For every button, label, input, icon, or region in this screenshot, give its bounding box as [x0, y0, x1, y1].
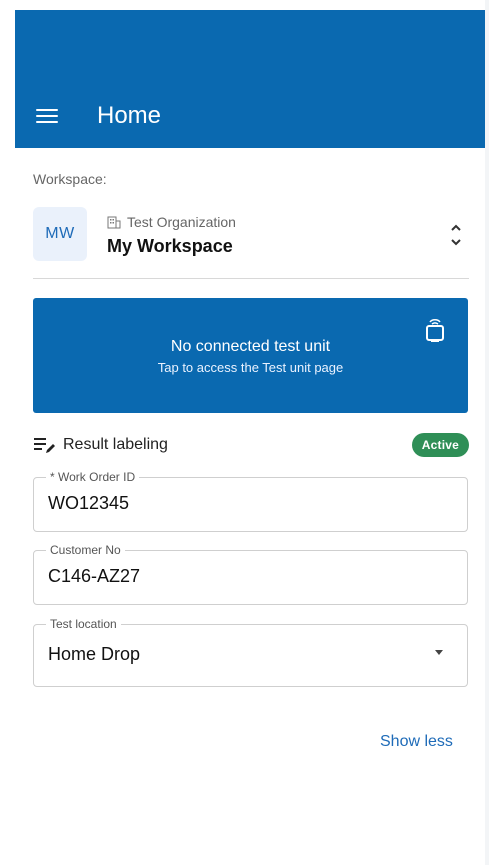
top-app-bar [15, 10, 487, 148]
status-badge: Active [411, 433, 469, 457]
test-location-select[interactable]: Test location Home Drop [33, 617, 468, 687]
organization-name: Test Organization [127, 214, 236, 230]
test-unit-subtitle: Tap to access the Test unit page [157, 360, 344, 375]
result-labeling-label: Result labeling [63, 436, 168, 453]
test-location-value: Home Drop [48, 644, 141, 664]
workspace-avatar: MW [33, 207, 87, 261]
customer-no-value: C146-AZ27 [48, 566, 141, 586]
result-labeling-row: Result labeling Active [33, 432, 469, 458]
edit-list-icon [34, 438, 55, 453]
organization-line: Test Organization [107, 212, 236, 232]
workspace-label: Workspace: [33, 171, 107, 187]
customer-no-field[interactable]: Customer No C146-AZ27 [33, 543, 468, 605]
workspace-name: My Workspace [107, 236, 233, 256]
menu-line [36, 115, 58, 117]
section-divider [33, 278, 469, 279]
customer-no-label: Customer No [46, 543, 125, 557]
workspace-selector[interactable]: MW Test Organization My Workspace [33, 207, 469, 263]
work-order-id-label: * Work Order ID [46, 470, 140, 484]
chevron-up-down-icon[interactable] [449, 219, 463, 251]
show-less-link[interactable]: Show less [380, 733, 453, 751]
test-unit-card[interactable]: No connected test unit Tap to access the… [33, 298, 468, 413]
work-order-id-value: WO12345 [48, 493, 130, 513]
dropdown-arrow-icon[interactable] [435, 650, 443, 655]
building-icon [107, 216, 121, 229]
result-labeling-title: Result labeling [33, 436, 168, 454]
page-title: Home [97, 102, 162, 129]
test-unit-title: No connected test unit [170, 338, 331, 355]
hamburger-menu-icon[interactable] [36, 107, 58, 125]
menu-line [36, 109, 58, 111]
work-order-id-field[interactable]: * Work Order ID WO12345 [33, 470, 468, 532]
app-frame: Home Workspace: MW Test Organization My … [0, 0, 489, 865]
menu-line [36, 121, 58, 123]
test-location-label: Test location [46, 617, 121, 631]
